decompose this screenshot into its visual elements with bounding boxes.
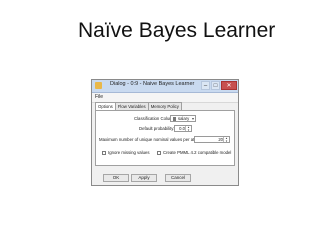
column-type-icon	[173, 117, 176, 121]
dialog-titlebar[interactable]: Dialog - 0:9 - Naive Bayes Learner – □ ✕	[92, 80, 238, 93]
spinner-arrows-icon[interactable]: ▴ ▾	[223, 137, 229, 142]
max-unique-values-spinner[interactable]: 20 ▴ ▾	[194, 136, 230, 143]
ignore-missing-checkbox[interactable]	[102, 151, 106, 155]
maximize-button[interactable]: □	[211, 81, 220, 90]
max-unique-values-label: Maximum number of unique nominal values …	[99, 137, 208, 142]
options-panel: Classification Column: salary ▾ Default …	[95, 110, 235, 166]
pmml-label: Create PMML 4.2 compatible model	[163, 150, 232, 155]
cancel-button[interactable]: Cancel	[165, 174, 191, 182]
default-probability-spinner[interactable]: 0.0 ▴ ▾	[174, 125, 192, 132]
window-controls: – □ ✕	[201, 81, 237, 90]
chevron-down-icon: ▾	[191, 116, 194, 121]
apply-button[interactable]: Apply	[131, 174, 157, 182]
ok-button[interactable]: OK	[103, 174, 129, 182]
ignore-missing-label: Ignore missing values	[108, 150, 150, 155]
spinner-arrows-icon[interactable]: ▴ ▾	[185, 126, 191, 131]
tab-strip: Options Flow Variables Memory Policy	[95, 102, 182, 111]
tab-flow-variables[interactable]: Flow Variables	[114, 102, 149, 110]
slide-title: Naïve Bayes Learner	[78, 19, 276, 42]
dialog-title: Dialog - 0:9 - Naive Bayes Learner	[110, 81, 195, 87]
classification-column-select[interactable]: salary ▾	[170, 115, 196, 122]
minimize-button[interactable]: –	[201, 81, 210, 90]
default-probability-label: Default probability:	[139, 126, 175, 131]
close-button[interactable]: ✕	[221, 81, 237, 90]
app-icon	[95, 82, 102, 89]
menu-file[interactable]: File	[95, 94, 103, 100]
pmml-checkbox[interactable]	[157, 151, 161, 155]
naive-bayes-dialog: Dialog - 0:9 - Naive Bayes Learner – □ ✕…	[91, 79, 239, 186]
tab-memory-policy[interactable]: Memory Policy	[147, 102, 182, 110]
classification-column-value: salary	[178, 116, 190, 121]
